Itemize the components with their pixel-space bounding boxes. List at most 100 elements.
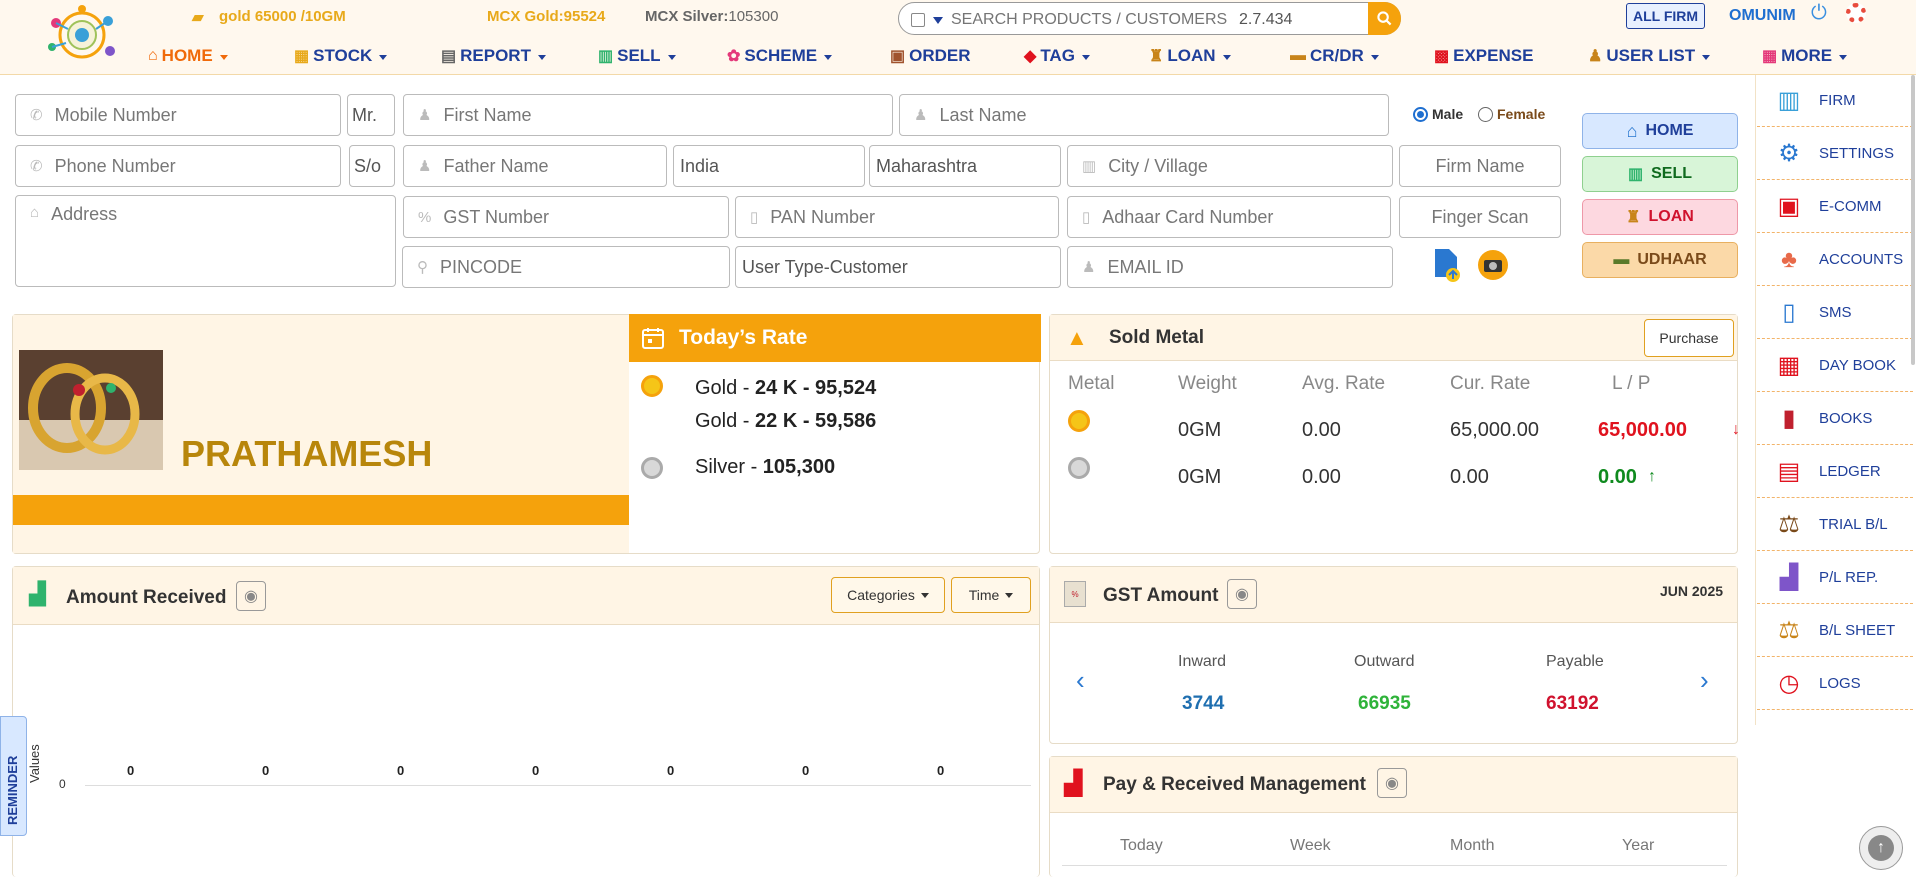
sidebar-item-logs[interactable]: ◷ LOGS <box>1757 658 1913 710</box>
country-select[interactable]: India <box>673 145 865 187</box>
pan-number-field[interactable]: ▯ PAN Number <box>735 196 1059 238</box>
city-field[interactable]: ▥ City / Village <box>1067 145 1393 187</box>
pan-number-placeholder: PAN Number <box>770 206 875 227</box>
mobile-number-field[interactable]: ✆ Mobile Number <box>15 94 341 136</box>
last-name-placeholder: Last Name <box>939 104 1027 125</box>
sold-metal-title: Sold Metal <box>1109 327 1205 348</box>
sidebar-item-sms[interactable]: ▯ SMS <box>1757 287 1913 339</box>
all-firm-button[interactable]: ALL FIRM <box>1626 3 1706 29</box>
power-icon[interactable]: ⏻ <box>1811 2 1827 25</box>
gold-bar-icon: ▰ <box>192 9 204 26</box>
nav-home[interactable]: ⌂ HOME <box>148 46 228 66</box>
last-name-field[interactable]: ♟ Last Name <box>899 94 1389 136</box>
pincode-field[interactable]: ⚲ PINCODE <box>402 246 730 288</box>
time-dropdown[interactable]: Time <box>951 577 1031 613</box>
gold-24k-label: Gold - <box>695 377 756 399</box>
nav-scheme[interactable]: ✿ SCHEME <box>727 46 833 66</box>
first-name-placeholder: First Name <box>443 104 532 125</box>
sidebar-item-day-book[interactable]: ▦ DAY BOOK <box>1757 340 1913 392</box>
nav-report[interactable]: ▤ REPORT <box>441 46 546 66</box>
gst-amount-panel: % GST Amount ◉ JUN 2025 ‹ › Inward 3744 … <box>1049 566 1738 744</box>
relation-select[interactable]: S/o <box>349 145 395 187</box>
sold-metal-panel: ▲ Sold Metal Purchase Metal Weight Avg. … <box>1049 314 1740 554</box>
nav-user-list[interactable]: ♟ USER LIST <box>1588 46 1711 66</box>
gender-female-option[interactable]: Female <box>1478 106 1545 122</box>
home-icon: ⌂ <box>148 47 158 64</box>
categories-dropdown[interactable]: Categories <box>831 577 945 613</box>
chart-data-label: 0 <box>127 763 135 778</box>
nav-cr-dr[interactable]: ▬ CR/DR <box>1290 46 1379 66</box>
eye-icon[interactable]: ◉ <box>236 581 266 611</box>
mcx-gold-label: MCX Gold: <box>487 8 564 25</box>
sidebar-item-accounts[interactable]: ♣ ACCOUNTS <box>1757 234 1913 286</box>
adhaar-card-field[interactable]: ▯ Adhaar Card Number <box>1067 196 1391 238</box>
gst-number-field[interactable]: % GST Number <box>403 196 729 238</box>
eye-icon[interactable]: ◉ <box>1377 768 1407 798</box>
radio-unselected[interactable] <box>1478 106 1493 122</box>
nav-tag[interactable]: ◆ TAG <box>1024 46 1090 66</box>
reminder-tab[interactable]: REMINDER <box>0 716 27 836</box>
report-icon: ▤ <box>441 48 457 65</box>
father-name-field[interactable]: ♟ Father Name <box>403 145 667 187</box>
nav-expense[interactable]: ▩ EXPENSE <box>1434 46 1533 66</box>
gender-male-option[interactable]: Male <box>1413 106 1463 122</box>
gender-male-label: Male <box>1432 106 1464 122</box>
nav-stock[interactable]: ▦ STOCK <box>294 46 388 66</box>
chevron-left-icon[interactable]: ‹ <box>1076 665 1085 696</box>
sidebar-item-books[interactable]: ▮ BOOKS <box>1757 393 1913 445</box>
sidebar-item-ledger[interactable]: ▤ LEDGER <box>1757 446 1913 498</box>
sidebar-item-e-comm[interactable]: ▣ E-COMM <box>1757 181 1913 233</box>
sidebar-item-settings[interactable]: ⚙ SETTINGS <box>1757 128 1913 180</box>
first-name-field[interactable]: ♟ First Name <box>403 94 893 136</box>
address-field[interactable]: ⌂ Address <box>15 195 396 287</box>
radio-selected[interactable] <box>1413 106 1428 122</box>
search-filter-dropdown[interactable] <box>933 17 943 24</box>
sell-button[interactable]: ▥ SELL <box>1582 156 1738 192</box>
phone-icon: ✆ <box>30 107 43 124</box>
silver-value: 105,300 <box>762 456 836 478</box>
loan-button[interactable]: ♜ LOAN <box>1582 199 1738 235</box>
sidebar-item-firm[interactable]: ▥ FIRM <box>1757 75 1913 127</box>
nav-more[interactable]: ▦ MORE <box>1762 46 1848 66</box>
scroll-to-top-button[interactable]: ↑ <box>1859 826 1903 870</box>
chevron-down-icon <box>920 592 929 598</box>
scrollbar-thumb[interactable] <box>1911 75 1915 365</box>
sell-icon: ▥ <box>1627 166 1644 183</box>
user-name[interactable]: OMUNIM <box>1729 7 1796 25</box>
stock-icon: ▦ <box>294 48 310 65</box>
sidebar-item-pl-rep[interactable]: ▟ P/L REP. <box>1757 552 1913 604</box>
chevron-right-icon[interactable]: › <box>1700 665 1709 696</box>
user-type-select[interactable]: User Type-Customer <box>735 246 1061 288</box>
firm-name-field[interactable]: Firm Name <box>1399 145 1561 187</box>
sidebar-item-label: BOOKS <box>1819 410 1873 427</box>
phone-number-field[interactable]: ✆ Phone Number <box>15 145 341 187</box>
eye-icon[interactable]: ◉ <box>1227 579 1257 609</box>
mcx-gold-value: 95524 <box>563 8 606 25</box>
upload-document-icon[interactable] <box>1432 247 1462 283</box>
state-select[interactable]: Maharashtra <box>869 145 1061 187</box>
purchase-button[interactable]: Purchase <box>1644 319 1734 357</box>
nav-loan[interactable]: ♜ LOAN <box>1149 46 1231 66</box>
omunim-logo[interactable] <box>38 3 126 71</box>
sidebar-item-trial-bl[interactable]: ⚖ TRIAL B/L <box>1757 499 1913 551</box>
gear-icon: ⚙ <box>1778 140 1800 167</box>
home-button[interactable]: ⌂ HOME <box>1582 113 1738 149</box>
nav-order[interactable]: ▣ ORDER <box>890 46 971 66</box>
salutation-select[interactable]: Mr. <box>347 94 395 136</box>
gold-24k-rate: Gold - 24 K - 95,524 <box>695 377 876 400</box>
sidebar-item-bl-sheet[interactable]: ⚖ B/L SHEET <box>1757 605 1913 657</box>
search-button[interactable] <box>1368 2 1401 35</box>
help-lifebuoy-icon[interactable] <box>1846 3 1866 23</box>
document-icon: ▯ <box>1082 209 1091 226</box>
search-input[interactable] <box>951 9 1231 31</box>
camera-icon[interactable] <box>1477 249 1509 281</box>
adhaar-card-placeholder: Adhaar Card Number <box>1102 206 1274 227</box>
email-field[interactable]: ♟ EMAIL ID <box>1067 246 1393 288</box>
finger-scan-button[interactable]: Finger Scan <box>1399 196 1561 238</box>
payable-label: Payable <box>1546 653 1604 670</box>
order-icon: ▣ <box>890 48 906 65</box>
row-avg-rate: 0.00 <box>1302 419 1341 441</box>
nav-sell[interactable]: ▥ SELL <box>598 46 676 66</box>
udhaar-button[interactable]: ▬ UDHAAR <box>1582 242 1738 278</box>
search-filter-checkbox[interactable] <box>911 13 925 27</box>
